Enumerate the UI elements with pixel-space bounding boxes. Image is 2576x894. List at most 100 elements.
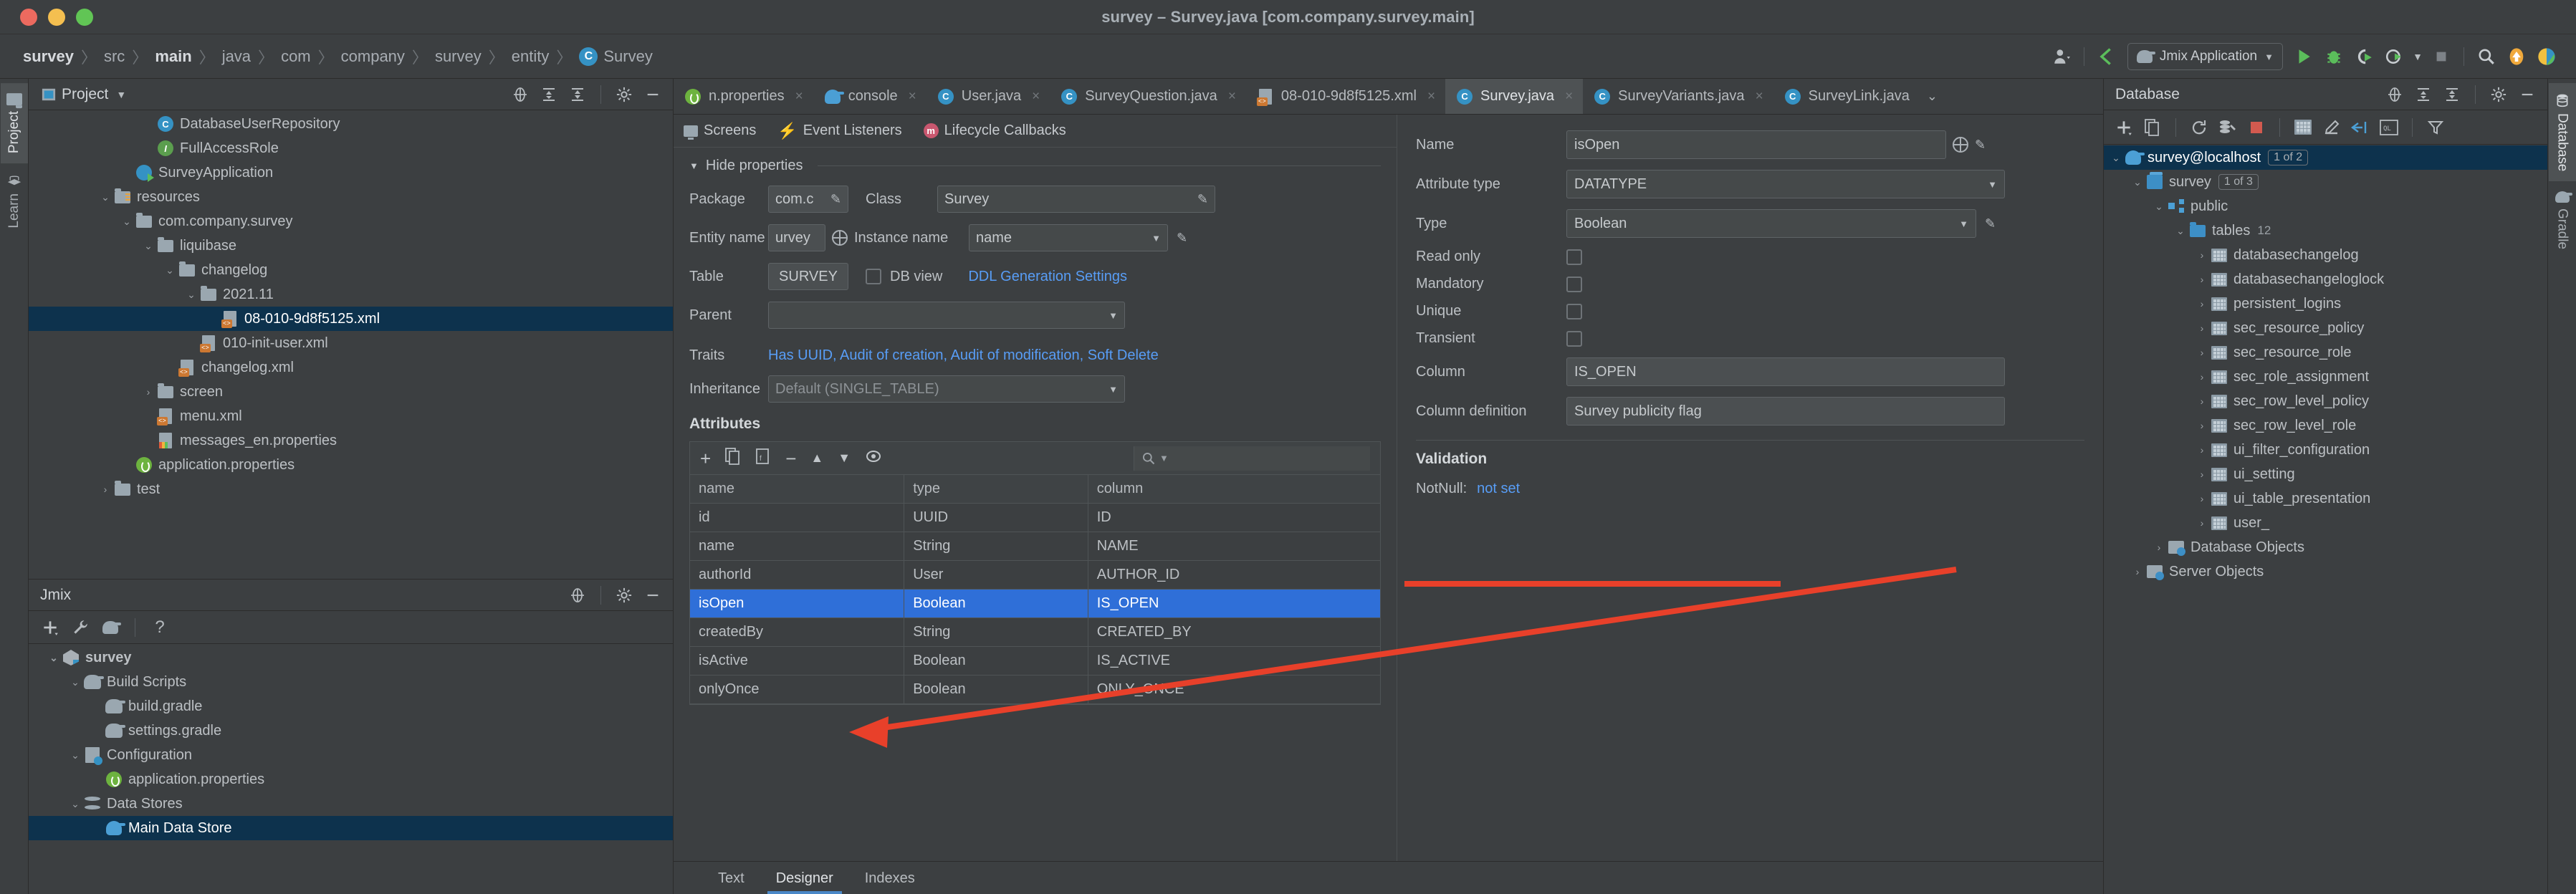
- traits-value[interactable]: Has UUID, Audit of creation, Audit of mo…: [768, 347, 1159, 364]
- project-tree-item-row[interactable]: › test: [29, 477, 673, 501]
- hide-panel-icon[interactable]: [2514, 82, 2540, 107]
- search-everywhere-icon[interactable]: [2471, 42, 2501, 72]
- filter-icon[interactable]: [2423, 115, 2448, 140]
- refresh-icon[interactable]: [2186, 115, 2212, 140]
- chevron-down-icon[interactable]: ⌄: [2130, 176, 2145, 188]
- attributes-table-row[interactable]: isActive Boolean IS_ACTIVE: [690, 646, 1380, 676]
- attributes-table-row[interactable]: isOpen Boolean IS_OPEN: [690, 589, 1380, 618]
- type-select[interactable]: Boolean ▼: [1566, 209, 1976, 238]
- unique-checkbox[interactable]: [1566, 303, 1582, 319]
- project-tree-item-row[interactable]: ⌄ com.company.survey: [29, 209, 673, 234]
- entity-name-field[interactable]: urvey: [768, 224, 825, 251]
- project-tree-item-row[interactable]: I FullAccessRole: [29, 136, 673, 160]
- notnull-value-link[interactable]: not set: [1477, 481, 1520, 497]
- attributes-column-header[interactable]: type: [904, 475, 1088, 504]
- database-tree-item-row[interactable]: › databasechangelog: [2104, 243, 2547, 267]
- hide-properties-toggle[interactable]: ▼ Hide properties: [689, 158, 1381, 174]
- instance-name-field[interactable]: name ▼: [969, 224, 1168, 251]
- jmix-icon[interactable]: [2532, 42, 2562, 72]
- editor-bottom-tabs[interactable]: Text Designer Indexes: [674, 861, 2103, 894]
- close-icon[interactable]: ×: [1756, 89, 1763, 105]
- chevron-right-icon[interactable]: ›: [140, 386, 156, 398]
- chevron-right-icon[interactable]: ›: [2194, 298, 2210, 309]
- chevron-right-icon[interactable]: ›: [2194, 444, 2210, 456]
- view-icon[interactable]: [865, 448, 882, 468]
- collapse-all-icon[interactable]: [565, 82, 590, 107]
- help-icon[interactable]: ?: [147, 615, 173, 640]
- attributes-table[interactable]: name type column id UUID ID name String NAME aut…: [690, 475, 1380, 704]
- chevron-down-icon[interactable]: ⌄: [67, 676, 83, 688]
- breadcrumb-item-java[interactable]: java: [218, 47, 255, 66]
- jmix-tree-item-row[interactable]: ⌄ Data Stores: [29, 792, 673, 816]
- chevron-right-icon[interactable]: ›: [2194, 468, 2210, 480]
- attributes-table-row[interactable]: createdBy String CREATED_BY: [690, 617, 1380, 647]
- generate-icon[interactable]: f: [755, 448, 771, 468]
- database-tree-item-row[interactable]: › sec_resource_role: [2104, 340, 2547, 365]
- project-tree-item-row[interactable]: application.properties: [29, 453, 673, 477]
- database-tree-item-row[interactable]: › sec_row_level_role: [2104, 413, 2547, 438]
- database-tree-item-row[interactable]: › ui_table_presentation: [2104, 486, 2547, 511]
- attributes-table-row[interactable]: name String NAME: [690, 532, 1380, 561]
- attributes-body[interactable]: id UUID ID name String NAME authorId User AUTHOR…: [690, 503, 1380, 704]
- globe-icon[interactable]: [1953, 137, 1968, 153]
- database-tree-item-row[interactable]: ⌄ survey 1 of 3: [2104, 170, 2547, 194]
- move-up-icon[interactable]: ▲: [810, 451, 823, 466]
- chevron-down-icon[interactable]: ▼: [108, 82, 134, 107]
- collapse-all-icon[interactable]: [2439, 82, 2465, 107]
- jmix-tree-item-row[interactable]: ⌄ survey: [29, 645, 673, 670]
- editor-tab-survey-java[interactable]: C Survey.java ×: [1445, 79, 1584, 114]
- chevron-down-icon[interactable]: ⌄: [46, 652, 62, 664]
- database-tree-item-row[interactable]: ⌄ public: [2104, 194, 2547, 218]
- chevron-right-icon[interactable]: ›: [2194, 322, 2210, 334]
- gear-icon[interactable]: [2486, 82, 2512, 107]
- copy-icon[interactable]: [725, 448, 741, 468]
- screens-button[interactable]: Screens: [684, 122, 756, 140]
- attr-name-field[interactable]: isOpen: [1566, 130, 1946, 159]
- close-icon[interactable]: ×: [1565, 89, 1573, 105]
- breadcrumb[interactable]: survey 〉 src 〉 main 〉 java 〉 com 〉 company 〉 survey 〉…: [19, 45, 657, 68]
- database-tree-item-row[interactable]: › ui_filter_configuration: [2104, 438, 2547, 462]
- edit-icon[interactable]: [2319, 115, 2345, 140]
- chevron-right-icon[interactable]: ›: [2194, 395, 2210, 407]
- gear-icon[interactable]: [611, 582, 637, 608]
- globe-icon[interactable]: [832, 230, 848, 246]
- chevron-right-icon[interactable]: ›: [97, 484, 113, 495]
- chevron-down-icon[interactable]: ⌄: [2151, 201, 2167, 213]
- database-tree-item-row[interactable]: ⌄ tables 12: [2104, 218, 2547, 243]
- sidebar-tab-learn[interactable]: Learn: [1, 163, 28, 239]
- project-tree-item-row[interactable]: ⌄ resources: [29, 185, 673, 209]
- locate-icon[interactable]: [2382, 82, 2408, 107]
- attributes-table-row[interactable]: onlyOnce Boolean ONLY_ONCE: [690, 675, 1380, 704]
- add-icon[interactable]: +: [700, 449, 711, 468]
- column-field[interactable]: IS_OPEN: [1566, 357, 2005, 386]
- db-view-checkbox[interactable]: [866, 269, 881, 284]
- event-listeners-button[interactable]: ⚡ Event Listeners: [777, 122, 901, 139]
- chevron-down-icon[interactable]: ⌄: [162, 264, 178, 277]
- database-tree-item-row[interactable]: › Server Objects: [2104, 559, 2547, 584]
- package-field[interactable]: com.c ✎: [768, 186, 848, 213]
- db-tools-icon[interactable]: [2215, 115, 2241, 140]
- inheritance-field[interactable]: Default (SINGLE_TABLE) ▼: [768, 375, 1125, 403]
- lifecycle-callbacks-button[interactable]: m Lifecycle Callbacks: [923, 122, 1066, 139]
- close-icon[interactable]: ×: [1427, 89, 1435, 105]
- chevron-down-icon[interactable]: ▼: [2409, 42, 2426, 72]
- database-tree-item-row[interactable]: › persistent_logins: [2104, 292, 2547, 316]
- chevron-down-icon[interactable]: ⌄: [183, 289, 199, 301]
- project-tree-item-row[interactable]: ⌄ 2021.11: [29, 282, 673, 307]
- read-only-checkbox[interactable]: [1566, 249, 1582, 265]
- edit-pencil-icon[interactable]: ✎: [1975, 138, 1986, 153]
- editor-tab-surveylink-java[interactable]: C SurveyLink.java: [1773, 79, 1920, 114]
- project-tree-item-row[interactable]: messages_en.properties: [29, 428, 673, 453]
- breadcrumb-item-company[interactable]: company: [337, 47, 409, 66]
- breadcrumb-item-survey[interactable]: survey: [19, 47, 78, 66]
- project-tree-item-row[interactable]: SurveyApplication: [29, 160, 673, 185]
- breadcrumb-item-entity[interactable]: entity: [507, 47, 554, 66]
- chevron-down-icon[interactable]: ⌄: [140, 240, 156, 252]
- ddl-generation-settings-link[interactable]: DDL Generation Settings: [968, 269, 1127, 285]
- remove-icon[interactable]: −: [785, 449, 796, 468]
- stop-icon[interactable]: [2244, 115, 2269, 140]
- transient-checkbox[interactable]: [1566, 330, 1582, 347]
- database-tree-item-row[interactable]: › ui_setting: [2104, 462, 2547, 486]
- edit-pencil-icon[interactable]: ✎: [1985, 216, 1996, 231]
- project-tree-item-row[interactable]: › screen: [29, 380, 673, 404]
